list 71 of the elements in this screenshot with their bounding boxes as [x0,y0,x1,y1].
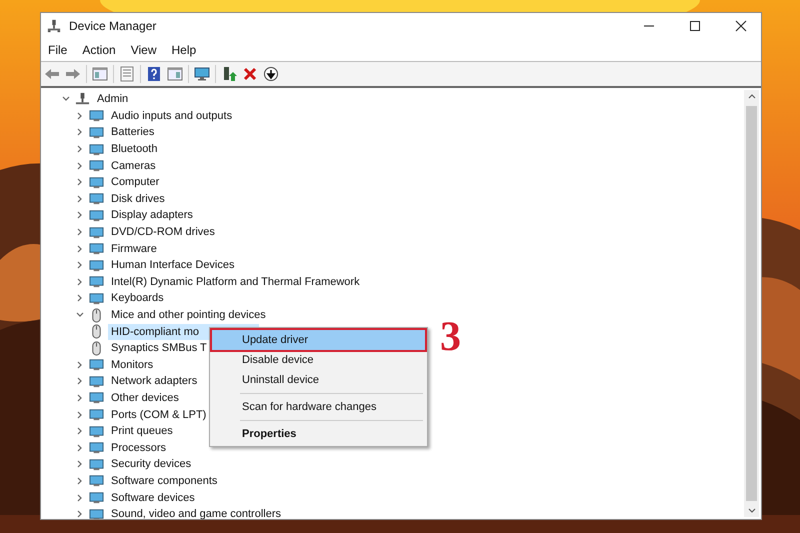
device-icon [89,424,104,439]
window-title: Device Manager [69,19,156,33]
device-icon [89,357,104,372]
device-icon [89,108,104,124]
device-icon [89,374,104,389]
tree-item[interactable]: Mice and other pointing devices [108,307,269,324]
device-icon [89,258,104,273]
panel-icon[interactable] [167,66,183,82]
tree-item[interactable]: Firmware [108,240,160,257]
pane-icon[interactable] [92,66,108,82]
tree-item[interactable]: Software components [108,472,220,489]
scrollbar[interactable] [744,90,759,517]
tree-item[interactable]: Monitors [108,356,156,373]
computer-icon [47,19,61,33]
device-icon [89,456,104,472]
menu-item[interactable]: Action [82,43,116,57]
tree-item[interactable]: Human Interface Devices [108,257,238,274]
tree-item[interactable]: Software devices [108,490,198,506]
menu-item[interactable]: File [48,43,68,57]
tree-item[interactable]: Keyboards [108,290,167,306]
menu-item[interactable]: Properties [212,424,425,444]
monitor-icon[interactable] [194,66,210,82]
tree-item[interactable]: Network adapters [108,373,200,390]
tree-item[interactable]: Audio inputs and outputs [108,108,236,124]
tree-item[interactable]: DVD/CD-ROM drives [108,224,218,240]
forward-arrow-icon[interactable] [65,66,81,82]
device-icon [89,224,104,240]
tree-item[interactable]: Security devices [108,456,194,472]
menu-item[interactable]: View [130,43,156,57]
computer-icon [75,92,90,107]
menu-item[interactable]: Update driver [212,330,425,350]
tree-item[interactable]: Synaptics SMBus T [108,340,210,356]
tree-item[interactable]: Bluetooth [108,141,160,158]
maximize-icon[interactable] [689,20,701,32]
delete-icon[interactable] [242,66,258,82]
step-number: 3 [440,316,461,358]
close-icon[interactable] [735,20,747,32]
tree-item[interactable]: Batteries [108,124,158,140]
device-icon [89,191,104,206]
menu-item[interactable]: Disable device [212,350,425,370]
device-icon [89,407,104,422]
device-icon [89,158,104,174]
back-arrow-icon[interactable] [44,66,60,82]
device-icon [89,124,104,140]
device-icon [89,440,104,456]
device-icon [89,174,104,190]
tree-item[interactable]: Display adapters [108,207,196,224]
device-icon [89,274,104,290]
tree-item[interactable]: Cameras [108,158,159,174]
tree-item[interactable]: Processors [108,440,170,456]
tree-item[interactable]: Intel(R) Dynamic Platform and Thermal Framework [108,274,363,290]
device-icon [89,473,104,488]
device-icon [89,208,104,223]
tree-item[interactable]: Ports (COM & LPT) [108,406,210,423]
tree-item[interactable]: Computer [108,174,162,190]
menu-item[interactable]: Uninstall device [212,370,425,390]
menu-item[interactable]: Help [172,43,196,57]
device-arrow-icon[interactable] [221,66,237,82]
help-icon[interactable] [146,66,162,82]
tree-item[interactable]: Disk drives [108,190,168,207]
tree-item[interactable]: Admin [94,91,132,108]
device-icon [89,241,104,256]
device-icon [89,290,104,306]
device-icon [89,490,104,506]
tree-item[interactable]: Print queues [108,423,176,440]
device-icon [89,390,104,406]
list-icon[interactable] [119,66,135,82]
menu-item[interactable]: Scan for hardware changes [212,397,425,417]
device-icon [89,142,104,157]
tree-item[interactable]: Other devices [108,390,182,406]
device-icon [89,506,104,519]
